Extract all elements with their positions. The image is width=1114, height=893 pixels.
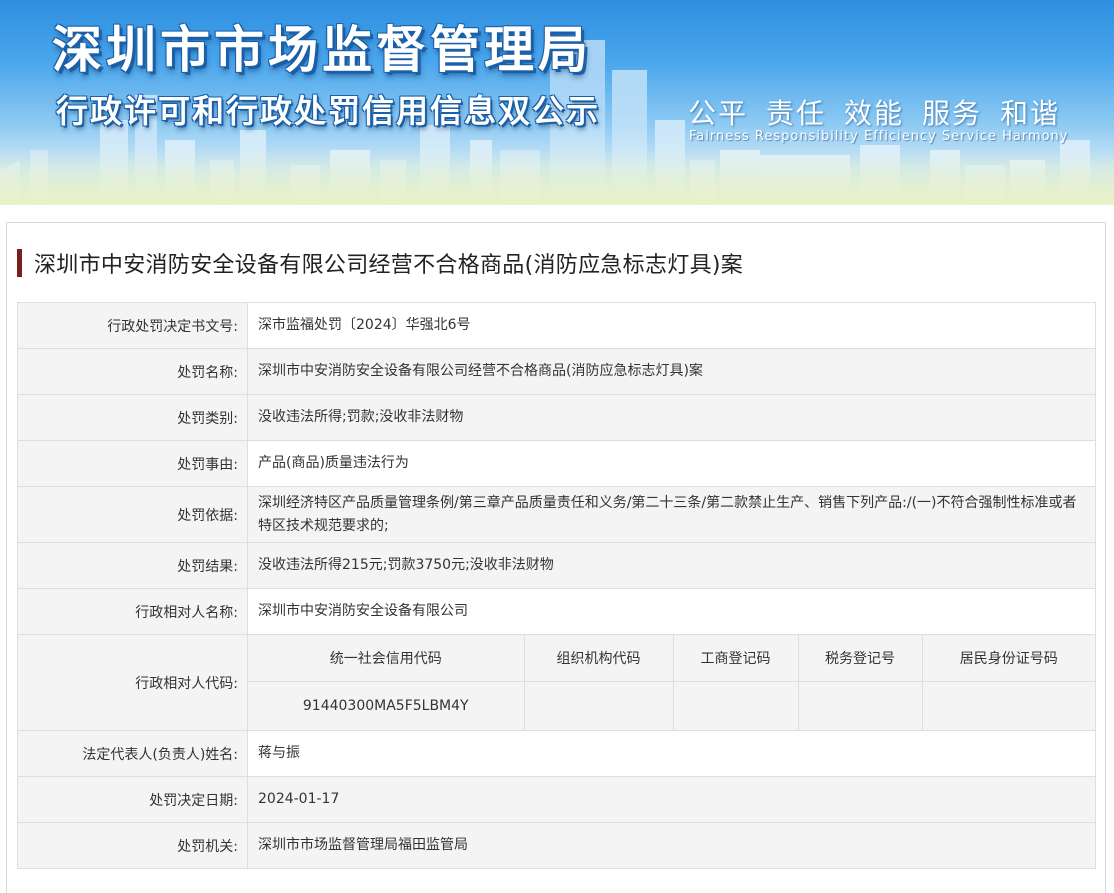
value-org-code [523, 681, 674, 730]
header-credit-code: 统一社会信用代码 [248, 635, 525, 682]
case-title: 深圳市中安消防安全设备有限公司经营不合格商品(消防应急标志灯具)案 [17, 249, 744, 278]
value-basis: 深圳经济特区产品质量管理条例/第三章产品质量责任和义务/第二十三条/第二款禁止生… [247, 486, 1096, 543]
label-reason: 处罚事由: [17, 440, 248, 487]
row-name: 处罚名称: 深圳市中安消防安全设备有限公司经营不合格商品(消防应急标志灯具)案 [17, 348, 1096, 395]
label-result: 处罚结果: [17, 542, 248, 589]
row-party-code: 行政相对人代码: 统一社会信用代码 组织机构代码 工商登记码 税务登记号 居民身… [17, 634, 1096, 731]
slogan-chinese: 公平 责任 效能 服务 和谐 [688, 92, 1078, 132]
row-reason: 处罚事由: 产品(商品)质量违法行为 [17, 440, 1096, 487]
header-business-reg: 工商登记码 [672, 635, 799, 682]
label-party-name: 行政相对人名称: [17, 588, 248, 635]
code-value-row: 91440300MA5F5LBM4Y [248, 681, 1095, 730]
row-result: 处罚结果: 没收违法所得215元;罚款3750元;没收非法财物 [17, 542, 1096, 589]
site-title: 深圳市市场监督管理局 [52, 21, 592, 79]
row-authority: 处罚机关: 深圳市市场监督管理局福田监管局 [17, 822, 1096, 869]
title-accent-bar [17, 249, 22, 277]
row-party-name: 行政相对人名称: 深圳市中安消防安全设备有限公司 [17, 588, 1096, 635]
label-basis: 处罚依据: [17, 486, 248, 543]
value-name: 深圳市中安消防安全设备有限公司经营不合格商品(消防应急标志灯具)案 [247, 348, 1096, 395]
row-basis: 处罚依据: 深圳经济特区产品质量管理条例/第三章产品质量责任和义务/第二十三条/… [17, 486, 1096, 543]
header-org-code: 组织机构代码 [523, 635, 674, 682]
label-name: 处罚名称: [17, 348, 248, 395]
header-id-number: 居民身份证号码 [921, 635, 1095, 682]
penalty-info-table: 行政处罚决定书文号: 深市监福处罚〔2024〕华强北6号 处罚名称: 深圳市中安… [17, 302, 1096, 869]
party-code-table: 统一社会信用代码 组织机构代码 工商登记码 税务登记号 居民身份证号码 9144… [248, 635, 1095, 730]
value-id-number [921, 681, 1095, 730]
value-legal-rep: 蒋与振 [247, 730, 1096, 777]
row-date: 处罚决定日期: 2024-01-17 [17, 776, 1096, 823]
header-banner: 深圳市市场监督管理局 行政许可和行政处罚信用信息双公示 公平 责任 效能 服务 和谐 F… [0, 0, 1114, 205]
content-panel: 深圳市中安消防安全设备有限公司经营不合格商品(消防应急标志灯具)案 行政处罚决定… [6, 222, 1106, 893]
slogan-word: 责任 [766, 97, 827, 130]
value-business-reg [672, 681, 799, 730]
row-legal-rep: 法定代表人(负责人)姓名: 蒋与振 [17, 730, 1096, 777]
label-date: 处罚决定日期: [17, 776, 248, 823]
value-doc-no: 深市监福处罚〔2024〕华强北6号 [247, 302, 1096, 349]
party-code-cell: 统一社会信用代码 组织机构代码 工商登记码 税务登记号 居民身份证号码 9144… [247, 634, 1096, 731]
row-doc-no: 行政处罚决定书文号: 深市监福处罚〔2024〕华强北6号 [17, 302, 1096, 349]
site-subtitle: 行政许可和行政处罚信用信息双公示 [56, 92, 601, 130]
header-tax-reg: 税务登记号 [797, 635, 923, 682]
slogan-english: Fairness Responsibility Efficiency Servi… [689, 129, 1069, 144]
label-doc-no: 行政处罚决定书文号: [17, 302, 248, 349]
label-party-code: 行政相对人代码: [17, 634, 248, 731]
slogan-word: 效能 [844, 97, 905, 130]
label-category: 处罚类别: [17, 394, 248, 441]
value-credit-code: 91440300MA5F5LBM4Y [248, 681, 525, 730]
value-authority: 深圳市市场监督管理局福田监管局 [247, 822, 1096, 869]
slogan-word: 服务 [922, 97, 983, 130]
row-category: 处罚类别: 没收违法所得;罚款;没收非法财物 [17, 394, 1096, 441]
case-title-text: 深圳市中安消防安全设备有限公司经营不合格商品(消防应急标志灯具)案 [34, 253, 744, 278]
value-date: 2024-01-17 [247, 776, 1096, 823]
label-legal-rep: 法定代表人(负责人)姓名: [17, 730, 248, 777]
value-tax-reg [797, 681, 923, 730]
slogan-word: 和谐 [1000, 97, 1061, 130]
value-category: 没收违法所得;罚款;没收非法财物 [247, 394, 1096, 441]
label-authority: 处罚机关: [17, 822, 248, 869]
value-party-name: 深圳市中安消防安全设备有限公司 [247, 588, 1096, 635]
value-result: 没收违法所得215元;罚款3750元;没收非法财物 [247, 542, 1096, 589]
code-header-row: 统一社会信用代码 组织机构代码 工商登记码 税务登记号 居民身份证号码 [248, 635, 1095, 682]
slogan-word: 公平 [688, 97, 749, 130]
value-reason: 产品(商品)质量违法行为 [247, 440, 1096, 487]
